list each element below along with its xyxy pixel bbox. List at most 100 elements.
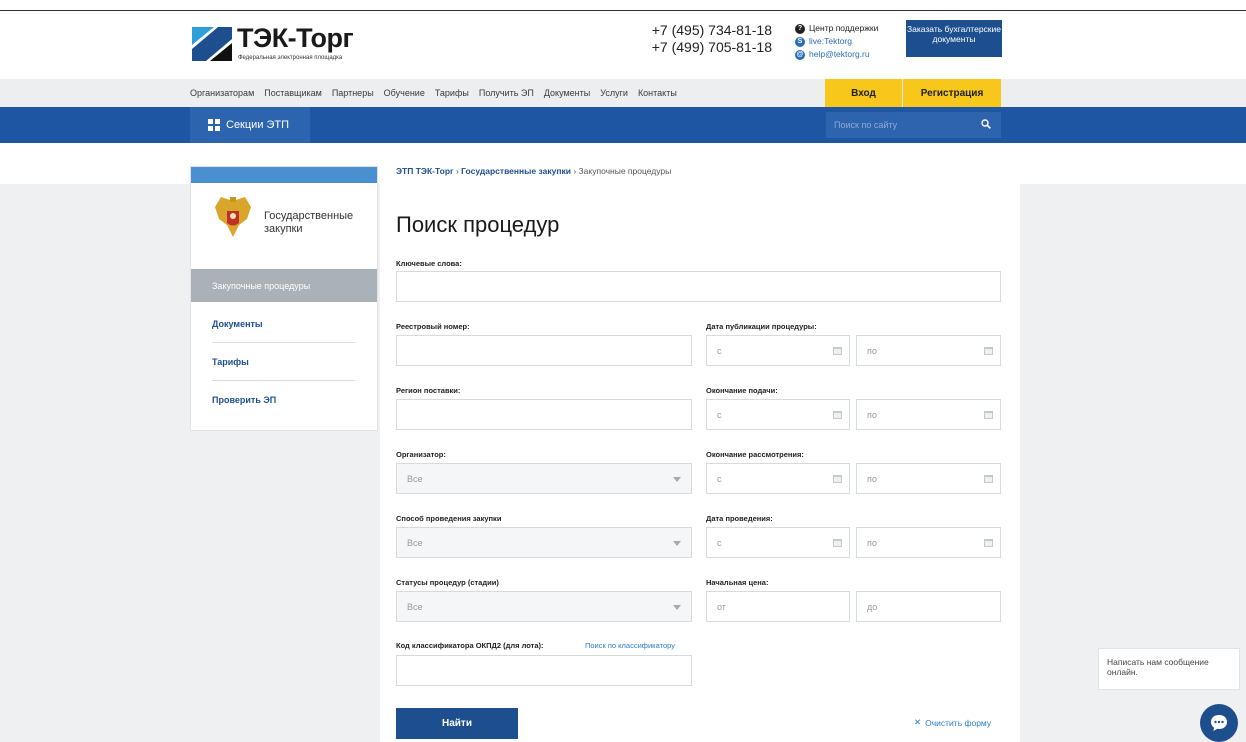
- delivery-region-input[interactable]: [407, 409, 635, 420]
- calendar-icon[interactable]: [984, 538, 993, 547]
- calendar-icon[interactable]: [984, 346, 993, 355]
- chat-button[interactable]: [1200, 704, 1238, 742]
- date-from-placeholder: с: [717, 473, 722, 484]
- breadcrumb: ЭТП ТЭК-Торг › Государственные закупки ›…: [396, 166, 671, 176]
- sidebar-item-check-ep[interactable]: Проверить ЭП: [212, 381, 355, 419]
- question-icon: ?: [795, 23, 805, 34]
- start-price-label: Начальная цена:: [706, 578, 769, 587]
- close-icon: ✕: [914, 717, 922, 727]
- nav-item-documents[interactable]: Документы: [544, 88, 590, 98]
- registry-number-input[interactable]: [407, 345, 635, 356]
- price-to-placeholder: до: [867, 601, 878, 612]
- nav-item-partners[interactable]: Партнеры: [332, 88, 374, 98]
- sidebar-item-procurement-procedures[interactable]: Закупочные процедуры: [191, 269, 377, 302]
- publication-date-label: Дата публикации процедуры:: [706, 322, 817, 331]
- chat-message-bubble[interactable]: Написать нам сообщение онлайн.: [1098, 648, 1240, 690]
- start-price-from-field[interactable]: от: [706, 591, 850, 622]
- breadcrumb-current: Закупочные процедуры: [578, 166, 672, 176]
- phone-2[interactable]: +7 (499) 705-81-18: [640, 39, 772, 56]
- site-search-input[interactable]: [834, 120, 974, 130]
- submission-end-label: Окончание подачи:: [706, 386, 778, 395]
- procurement-method-select-value: Все: [407, 537, 423, 548]
- okpd-label: Код классификатора ОКПД2 (для лота):: [396, 641, 544, 650]
- organizer-select-value: Все: [407, 473, 423, 484]
- keywords-label: Ключевые слова:: [396, 259, 462, 268]
- mail-icon: @: [795, 49, 805, 60]
- nav-item-services[interactable]: Услуги: [600, 88, 628, 98]
- logo-mark-icon: [192, 27, 232, 61]
- chevron-down-icon: [673, 541, 681, 546]
- calendar-icon[interactable]: [833, 474, 842, 483]
- coat-of-arms-icon: [215, 197, 251, 237]
- sidebar: Государственные закупки Закупочные проце…: [190, 166, 378, 431]
- start-price-to-field[interactable]: до: [856, 591, 1001, 622]
- submission-end-to-field[interactable]: по: [856, 399, 1001, 430]
- review-end-from-field[interactable]: с: [706, 463, 850, 494]
- calendar-icon[interactable]: [833, 346, 842, 355]
- search-icon[interactable]: [981, 119, 991, 129]
- calendar-icon[interactable]: [833, 538, 842, 547]
- breadcrumb-item-etp[interactable]: ЭТП ТЭК-Торг: [396, 166, 454, 176]
- top-nav: Организаторам Поставщикам Партнеры Обуче…: [0, 79, 1246, 107]
- nav-item-training[interactable]: Обучение: [384, 88, 425, 98]
- publication-date-from-field[interactable]: с: [706, 335, 850, 366]
- review-end-to-field[interactable]: по: [856, 463, 1001, 494]
- sidebar-item-tariffs[interactable]: Тарифы: [212, 343, 355, 381]
- date-from-placeholder: с: [717, 409, 722, 420]
- calendar-icon[interactable]: [833, 410, 842, 419]
- nav-item-organizers[interactable]: Организаторам: [190, 88, 254, 98]
- calendar-icon[interactable]: [984, 474, 993, 483]
- holding-date-from-field[interactable]: с: [706, 527, 850, 558]
- keywords-field[interactable]: [396, 271, 1001, 302]
- clear-form-link[interactable]: ✕ Очистить форму: [914, 717, 991, 728]
- sidebar-item-documents[interactable]: Документы: [212, 305, 355, 343]
- register-button[interactable]: Регистрация: [903, 79, 1001, 107]
- date-to-placeholder: по: [867, 537, 877, 548]
- sidebar-top-stripe: [191, 167, 377, 183]
- breadcrumb-item-gov[interactable]: Государственные закупки: [461, 166, 571, 176]
- procurement-method-select[interactable]: Все: [396, 527, 692, 558]
- organizer-select[interactable]: Все: [396, 463, 692, 494]
- logo-subtitle: Федеральная электронная площадка: [238, 55, 343, 61]
- submission-end-from-field[interactable]: с: [706, 399, 850, 430]
- clear-form-label: Очистить форму: [925, 717, 992, 728]
- date-to-placeholder: по: [867, 345, 877, 356]
- keywords-input[interactable]: [407, 281, 882, 292]
- procedure-status-select-value: Все: [407, 601, 423, 612]
- procedure-status-select[interactable]: Все: [396, 591, 692, 622]
- registry-number-field[interactable]: [396, 335, 692, 366]
- phone-1[interactable]: +7 (495) 734-81-18: [640, 22, 772, 39]
- okpd-input[interactable]: [407, 665, 635, 676]
- okpd-field[interactable]: [396, 655, 692, 686]
- publication-date-to-field[interactable]: по: [856, 335, 1001, 366]
- sections-bar: [0, 107, 1246, 143]
- logo[interactable]: ТЭК-Торг Федеральная электронная площадк…: [192, 23, 372, 69]
- registry-number-label: Реестровый номер:: [396, 322, 470, 331]
- nav-item-suppliers[interactable]: Поставщикам: [264, 88, 322, 98]
- site-search: [826, 112, 1001, 138]
- nav-item-tariffs[interactable]: Тарифы: [435, 88, 469, 98]
- holding-date-to-field[interactable]: по: [856, 527, 1001, 558]
- sidebar-title: Государственные закупки: [264, 210, 354, 235]
- procurement-method-label: Способ проведения закупки: [396, 514, 502, 523]
- review-end-label: Окончание рассмотрения:: [706, 450, 804, 459]
- delivery-region-field[interactable]: [396, 399, 692, 430]
- skype-link[interactable]: S live:Tektorg: [795, 35, 878, 48]
- order-documents-button[interactable]: Заказать бухгалтерские документы: [906, 20, 1002, 57]
- login-button[interactable]: Вход: [825, 79, 902, 107]
- calendar-icon[interactable]: [984, 410, 993, 419]
- grid-icon: [208, 119, 220, 131]
- nav-item-get-ep[interactable]: Получить ЭП: [479, 88, 534, 98]
- nav-item-contacts[interactable]: Контакты: [638, 88, 677, 98]
- support-link[interactable]: ? Центр поддержки: [795, 22, 878, 35]
- date-from-placeholder: с: [717, 345, 722, 356]
- email-link[interactable]: @ help@tektorg.ru: [795, 48, 878, 61]
- nav-links: Организаторам Поставщикам Партнеры Обуче…: [190, 79, 677, 107]
- skype-label: live:Tektorg: [809, 36, 852, 46]
- find-button[interactable]: Найти: [396, 708, 518, 739]
- etp-sections-button[interactable]: Секции ЭТП: [190, 107, 310, 143]
- procedure-status-label: Статусы процедур (стадии): [396, 578, 499, 587]
- classifier-search-link[interactable]: Поиск по классификатору: [585, 641, 675, 650]
- support-label: Центр поддержки: [809, 23, 879, 33]
- email-label: help@tektorg.ru: [809, 49, 870, 59]
